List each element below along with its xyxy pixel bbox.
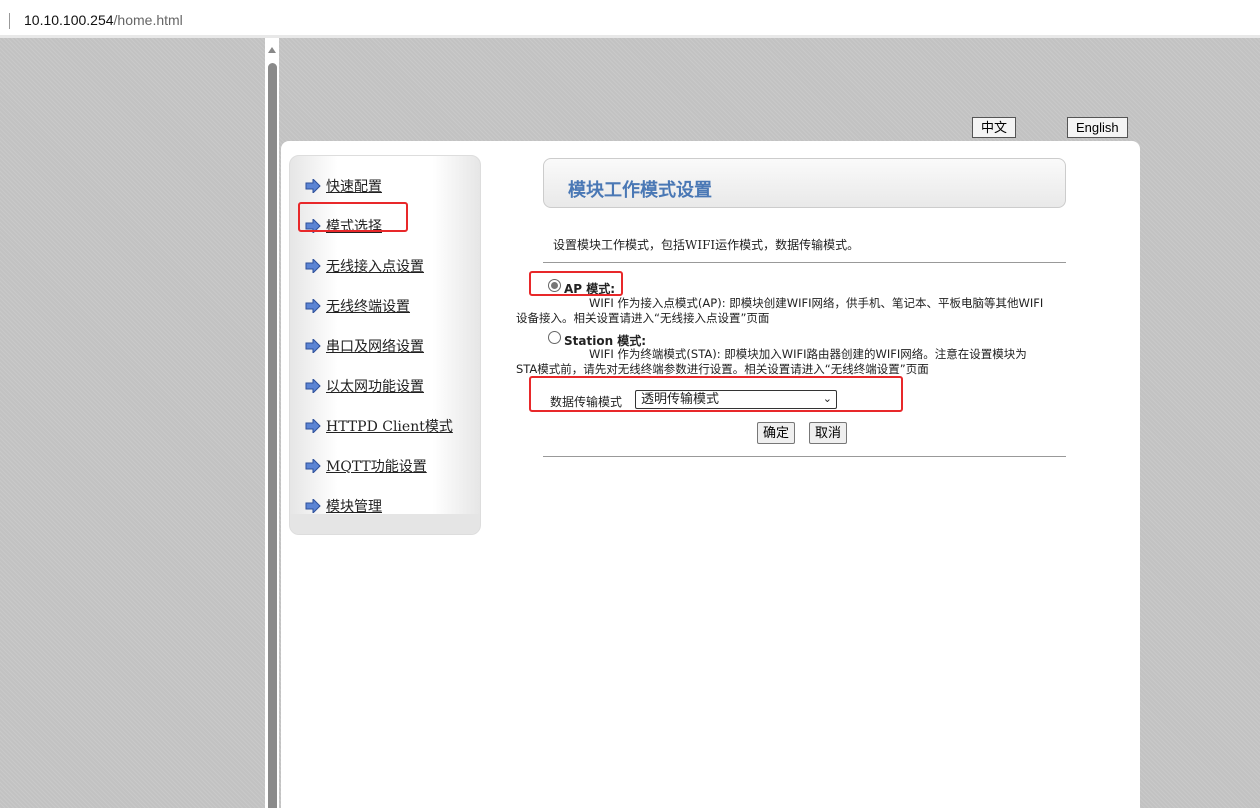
sidebar-item-label: 快速配置 xyxy=(326,179,382,195)
sidebar-item-label: MQTT功能设置 xyxy=(326,459,427,475)
sidebar-item-label: 以太网功能设置 xyxy=(326,379,424,395)
sidebar-item[interactable]: MQTT功能设置 xyxy=(305,456,427,476)
arrow-right-icon xyxy=(305,259,321,273)
sidebar-item[interactable]: 串口及网络设置 xyxy=(305,336,424,356)
page-description: 设置模块工作模式，包括WIFI运作模式，数据传输模式。 xyxy=(553,238,860,252)
address-bar[interactable]: 10.10.100.254/home.html xyxy=(0,0,1260,38)
station-mode-radio[interactable] xyxy=(548,331,561,344)
url-path: /home.html xyxy=(113,12,183,28)
sidebar-item-label: 无线终端设置 xyxy=(326,299,410,315)
station-mode-description: WIFI 作为终端模式(STA): 即模块加入WIFI路由器创建的WIFI网络。… xyxy=(516,347,1027,376)
ap-mode-description: WIFI 作为接入点模式(AP): 即模块创建WIFI网络，供手机、笔记本、平板… xyxy=(516,296,1044,325)
cancel-button[interactable]: 取消 xyxy=(809,422,848,444)
scrollbar[interactable] xyxy=(265,38,279,808)
sidebar-item-label: HTTPD Client模式 xyxy=(326,419,453,435)
sidebar-item-label: 无线接入点设置 xyxy=(326,259,424,275)
divider xyxy=(543,262,1066,263)
arrow-right-icon xyxy=(305,299,321,313)
arrow-right-icon xyxy=(305,179,321,193)
highlight-box xyxy=(529,271,623,296)
scroll-up-icon[interactable] xyxy=(268,47,276,53)
arrow-right-icon xyxy=(305,499,321,513)
page-title: 模块工作模式设置 xyxy=(543,158,1066,208)
sidebar-item[interactable]: HTTPD Client模式 xyxy=(305,416,453,436)
sidebar-item-label: 串口及网络设置 xyxy=(326,339,424,355)
lang-english-button[interactable]: English xyxy=(1067,117,1128,138)
scroll-thumb[interactable] xyxy=(268,63,277,808)
divider xyxy=(543,456,1066,457)
highlight-box xyxy=(298,202,408,232)
arrow-right-icon xyxy=(305,419,321,433)
arrow-right-icon xyxy=(305,459,321,473)
highlight-box xyxy=(529,376,903,412)
left-frame xyxy=(0,38,265,808)
content-panel: 快速配置 模式选择 无线接入点设置 无线终端设置 串口及网络设置 以太网功能设置 HTTPD… xyxy=(281,141,1140,808)
url-host: 10.10.100.254 xyxy=(24,12,114,28)
sidebar-item[interactable]: 快速配置 xyxy=(305,176,382,196)
arrow-right-icon xyxy=(305,339,321,353)
sidebar-item-label: 模块管理 xyxy=(326,499,382,515)
divider xyxy=(9,13,10,29)
url-text[interactable]: 10.10.100.254/home.html xyxy=(24,12,183,28)
sidebar-item[interactable]: 无线接入点设置 xyxy=(305,256,424,276)
sidebar-footer xyxy=(290,514,480,534)
sidebar-item[interactable]: 无线终端设置 xyxy=(305,296,410,316)
sidebar-item[interactable]: 模块管理 xyxy=(305,496,382,516)
sidebar-item[interactable]: 以太网功能设置 xyxy=(305,376,424,396)
lang-chinese-button[interactable]: 中文 xyxy=(972,117,1017,138)
arrow-right-icon xyxy=(305,379,321,393)
confirm-button[interactable]: 确定 xyxy=(757,422,796,444)
